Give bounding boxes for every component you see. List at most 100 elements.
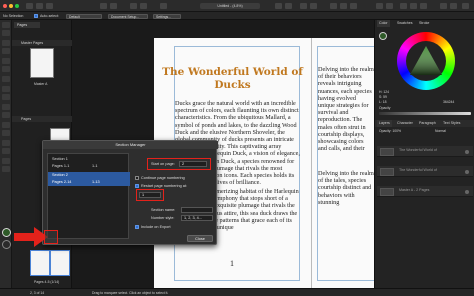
pen-tool-icon[interactable] [2, 40, 10, 46]
maximize-window-button[interactable] [15, 4, 19, 8]
table-tool-icon[interactable] [2, 76, 10, 82]
minimize-window-button[interactable] [9, 4, 13, 8]
close-button[interactable]: Close [187, 235, 213, 242]
hue-value: H: 124 [379, 90, 389, 94]
include-on-export-checkbox[interactable] [135, 225, 139, 229]
artistic-text-tool-icon[interactable] [2, 66, 10, 72]
page-indicator[interactable]: 2, 3 of 14 [30, 291, 44, 295]
page-number: 1 [230, 259, 234, 268]
toolbar-icon[interactable] [440, 3, 447, 9]
section-list-item-selected[interactable]: Pages 2-14 1-13 [48, 179, 130, 186]
toolbar-icon[interactable] [130, 3, 137, 9]
master-pages-header[interactable]: Master Pages [12, 40, 72, 46]
layer-thumbnail [380, 147, 394, 156]
section-list-item[interactable]: Section 1 [48, 156, 130, 163]
tab-swatches[interactable]: Swatches [395, 20, 415, 27]
article-title-line2[interactable]: Ducks [154, 79, 311, 91]
stroke-color-well[interactable] [2, 240, 11, 249]
picture-frame-tool-icon[interactable] [2, 104, 10, 110]
start-on-page-highlight [147, 158, 211, 170]
layer-row[interactable]: The Wonderful World of [377, 166, 473, 177]
zoom-tool-icon[interactable] [2, 166, 10, 172]
move-tool-icon[interactable] [2, 22, 10, 28]
right-body-text[interactable]: Delving into the realm of their behavior… [318, 66, 374, 166]
persona-3-icon[interactable] [46, 3, 53, 9]
tab-text-styles[interactable]: Text Styles [441, 120, 462, 127]
right-body-text-2[interactable]: Delving into the realm of the tales, spe… [318, 170, 374, 265]
toolbar-icon[interactable] [400, 3, 407, 9]
node-tool-icon[interactable] [2, 30, 10, 36]
rectangle-tool-icon[interactable] [2, 86, 10, 92]
master-page-thumbnail[interactable] [30, 48, 54, 78]
toolbar-icon[interactable] [110, 3, 117, 9]
toolbar-icon[interactable] [300, 3, 307, 9]
continue-numbering-radio[interactable] [135, 176, 139, 180]
toolbar-icon[interactable] [376, 3, 383, 9]
number-style-dropdown[interactable]: 1, 2, 3, 4... [181, 215, 213, 221]
toolbar-icon[interactable] [350, 3, 357, 9]
hex-value[interactable]: 364244 [443, 100, 454, 104]
blend-mode-dropdown[interactable]: Normal [435, 129, 446, 133]
tab-character[interactable]: Character [395, 120, 415, 127]
vector-crop-tool-icon[interactable] [2, 140, 10, 146]
persona-2-icon[interactable] [36, 3, 43, 9]
toolbar-icon[interactable] [420, 3, 427, 9]
toolbar-icon[interactable] [450, 3, 457, 9]
frame-text-tool-icon[interactable] [2, 58, 10, 64]
layer-opacity[interactable]: Opacity: 100% [379, 129, 401, 133]
tab-color[interactable]: Color [377, 20, 390, 27]
restart-numbering-radio[interactable] [135, 184, 139, 188]
tab-stroke[interactable]: Stroke [417, 20, 431, 27]
toolbar-icon[interactable] [330, 3, 337, 9]
toolbar-icon[interactable] [386, 3, 393, 9]
toolbar-icon[interactable] [100, 3, 107, 9]
article-title-line1[interactable]: The Wonderful World of [154, 66, 311, 78]
opacity-slider[interactable] [379, 112, 471, 115]
fill-color-well[interactable] [2, 228, 11, 237]
pencil-tool-icon[interactable] [2, 48, 10, 54]
page-thumbnail[interactable] [30, 250, 50, 276]
toolbar-icon[interactable] [285, 3, 292, 9]
layer-row[interactable]: The Wonderful World of [377, 146, 473, 157]
toolbar-icon[interactable] [160, 3, 167, 9]
toolbar-icon[interactable] [140, 3, 147, 9]
current-color-swatch[interactable] [379, 32, 387, 40]
layer-visibility-icon[interactable] [465, 149, 469, 154]
tab-paragraph[interactable]: Paragraph [417, 120, 438, 127]
section-list[interactable]: Section 1 Pages 1-1 1-1 Section 2 Pages 2… [47, 153, 130, 239]
close-window-button[interactable] [3, 4, 7, 8]
page-thumbnail[interactable] [50, 250, 70, 276]
saturation-value: S: 59 [379, 95, 387, 99]
layer-visibility-icon[interactable] [465, 169, 469, 174]
tab-pages[interactable]: Pages [14, 22, 40, 28]
color-triangle[interactable] [408, 44, 444, 78]
pages-header[interactable]: Pages [12, 116, 72, 122]
layer-row[interactable]: Master A - 2 Pages [377, 186, 473, 197]
ellipse-tool-icon[interactable] [2, 94, 10, 100]
transparency-tool-icon[interactable] [2, 130, 10, 136]
section-list-item-selected[interactable]: Section 2 [48, 172, 130, 179]
status-bar: 2, 3 of 14 Drag to marquee select. Click… [0, 288, 474, 296]
toolbar-icon[interactable] [340, 3, 347, 9]
right-page[interactable]: Delving into the realm of their behavior… [311, 38, 377, 288]
section-name-field[interactable] [181, 207, 213, 213]
place-image-tool-icon[interactable] [2, 112, 10, 118]
settings-button[interactable]: Settings... [153, 13, 181, 19]
selection-status: No Selection [3, 14, 24, 18]
section-list-item[interactable]: Pages 1-1 1-1 [48, 163, 130, 170]
tab-layers[interactable]: Layers [377, 120, 392, 127]
persona-icon[interactable] [26, 3, 33, 9]
eyedropper-tool-icon[interactable] [2, 148, 10, 154]
fill-tool-icon[interactable] [2, 122, 10, 128]
auto-select-checkbox[interactable] [34, 14, 38, 18]
toolbar-icon[interactable] [410, 3, 417, 9]
document-setup-button[interactable]: Document Setup... [108, 13, 148, 19]
toolbar-icon[interactable] [275, 3, 282, 9]
pages-footer-label: Pages 4-5 (1/14) [34, 280, 60, 284]
auto-select-dropdown[interactable]: Default [66, 13, 102, 19]
layer-visibility-icon[interactable] [465, 189, 469, 194]
toolbar-icon[interactable] [462, 3, 469, 9]
toolbar-icon[interactable] [310, 3, 317, 9]
add-section-button-highlight[interactable] [44, 230, 58, 244]
hand-tool-icon[interactable] [2, 158, 10, 164]
